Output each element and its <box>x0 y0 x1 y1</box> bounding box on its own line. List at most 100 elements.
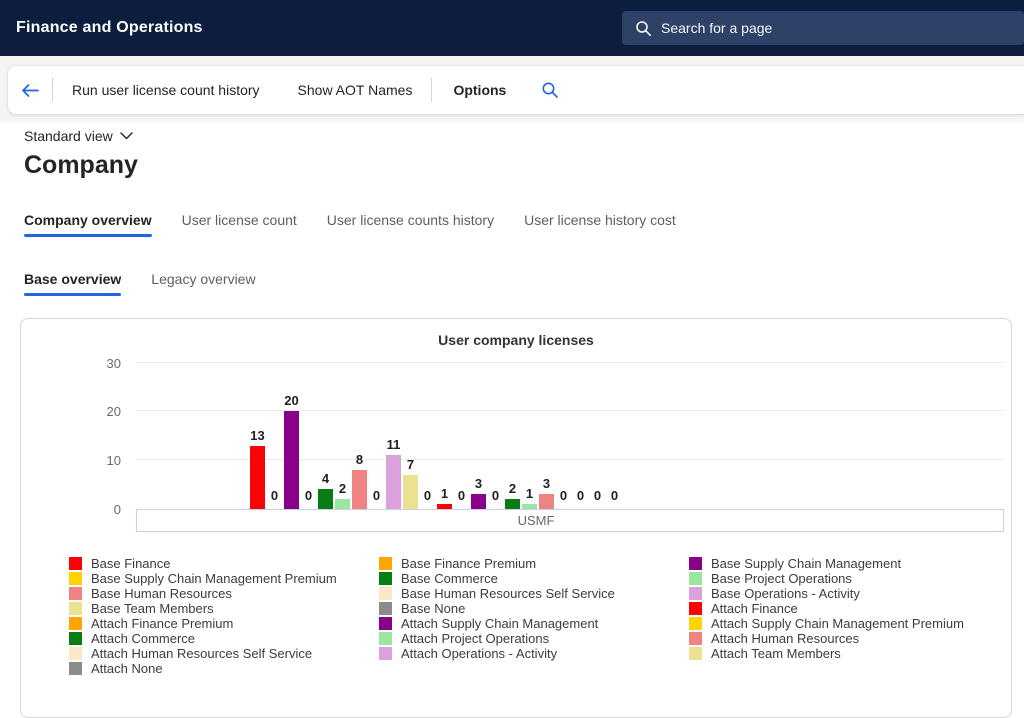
legend-label: Attach Operations - Activity <box>401 646 557 661</box>
legend-swatch <box>69 647 82 660</box>
chart-legend: Base FinanceBase Supply Chain Management… <box>69 556 999 676</box>
legend-item: Attach Supply Chain Management Premium <box>689 616 999 631</box>
legend-swatch <box>689 632 702 645</box>
legend-label: Attach Human Resources Self Service <box>91 646 312 661</box>
legend-swatch <box>69 557 82 570</box>
action-bar-band: Run user license count history Show AOT … <box>0 56 1024 122</box>
legend-label: Base Project Operations <box>711 571 852 586</box>
bar-slot: 0 <box>589 355 606 509</box>
app-header: Finance and Operations Search for a page <box>0 0 1024 56</box>
view-selector[interactable]: Standard view <box>24 128 133 144</box>
legend-item: Attach Finance Premium <box>69 616 379 631</box>
legend-label: Attach Finance Premium <box>91 616 233 631</box>
subtab-base-overview[interactable]: Base overview <box>24 265 121 296</box>
legend-item: Attach Supply Chain Management <box>379 616 689 631</box>
legend-swatch <box>689 617 702 630</box>
legend-item: Base Commerce <box>379 571 689 586</box>
legend-label: Base Finance Premium <box>401 556 536 571</box>
page-search-box[interactable]: Search for a page <box>622 11 1024 45</box>
action-search-button[interactable] <box>527 81 573 99</box>
legend-label: Base Team Members <box>91 601 214 616</box>
legend-label: Base None <box>401 601 465 616</box>
bar-slot: 3 <box>470 355 487 509</box>
chart-x-axis-band: USMF <box>136 509 1004 532</box>
tab-user-license-history-cost[interactable]: User license history cost <box>524 206 676 237</box>
legend-item: Base Operations - Activity <box>689 586 999 601</box>
bar-group: 1302004280117010302130000 <box>249 355 623 509</box>
legend-swatch <box>69 617 82 630</box>
bar-slot: 11 <box>385 355 402 509</box>
bar-slot: 0 <box>606 355 623 509</box>
legend-swatch <box>379 587 392 600</box>
legend-item: Attach Human Resources <box>689 631 999 646</box>
legend-swatch <box>379 557 392 570</box>
legend-label: Attach Team Members <box>711 646 841 661</box>
legend-item: Attach Team Members <box>689 646 999 661</box>
legend-swatch <box>689 557 702 570</box>
bar-slot: 2 <box>334 355 351 509</box>
y-axis-tick-label: 20 <box>66 404 121 419</box>
run-user-license-count-history-button[interactable]: Run user license count history <box>53 82 279 98</box>
legend-swatch <box>689 572 702 585</box>
chevron-down-icon <box>120 132 133 140</box>
bar-slot: 0 <box>368 355 385 509</box>
legend-label: Base Human Resources Self Service <box>401 586 615 601</box>
options-button[interactable]: Options <box>432 82 527 98</box>
legend-label: Attach Project Operations <box>401 631 549 646</box>
tab-company-overview[interactable]: Company overview <box>24 206 152 237</box>
legend-item: Base Finance <box>69 556 379 571</box>
legend-swatch <box>379 617 392 630</box>
chart-title: User company licenses <box>21 332 1011 348</box>
x-axis-category-label: USMF <box>518 513 555 528</box>
legend-label: Base Supply Chain Management Premium <box>91 571 337 586</box>
legend-swatch <box>379 572 392 585</box>
bar-slot: 8 <box>351 355 368 509</box>
legend-column: Base Finance PremiumBase CommerceBase Hu… <box>379 556 689 676</box>
app-title: Finance and Operations <box>0 19 203 37</box>
legend-swatch <box>379 647 392 660</box>
bar[interactable] <box>335 499 350 509</box>
legend-label: Attach None <box>91 661 163 676</box>
legend-label: Base Operations - Activity <box>711 586 860 601</box>
legend-label: Base Finance <box>91 556 171 571</box>
legend-item: Base Finance Premium <box>379 556 689 571</box>
legend-label: Base Commerce <box>401 571 498 586</box>
legend-swatch <box>379 632 392 645</box>
bar-slot: 0 <box>266 355 283 509</box>
legend-item: Base None <box>379 601 689 616</box>
bar-slot: 0 <box>555 355 572 509</box>
legend-item: Base Human Resources <box>69 586 379 601</box>
y-axis-tick-label: 0 <box>66 502 121 517</box>
legend-item: Attach None <box>69 661 379 676</box>
show-aot-names-button[interactable]: Show AOT Names <box>279 82 432 98</box>
legend-item: Base Supply Chain Management <box>689 556 999 571</box>
page-content: Standard view Company Company overview U… <box>0 122 1024 704</box>
legend-swatch <box>69 662 82 675</box>
legend-swatch <box>69 602 82 615</box>
legend-label: Attach Human Resources <box>711 631 859 646</box>
legend-label: Base Human Resources <box>91 586 232 601</box>
back-arrow-icon <box>20 82 40 99</box>
legend-item: Base Supply Chain Management Premium <box>69 571 379 586</box>
legend-label: Base Supply Chain Management <box>711 556 901 571</box>
legend-label: Attach Supply Chain Management Premium <box>711 616 964 631</box>
bar-slot: 1 <box>436 355 453 509</box>
tab-user-license-counts-history[interactable]: User license counts history <box>327 206 494 237</box>
bar-slot: 0 <box>572 355 589 509</box>
back-button[interactable] <box>8 82 52 99</box>
chart-plot: 01020301302004280117010302130000 <box>136 355 1004 509</box>
sub-tab-row: Base overview Legacy overview <box>24 265 286 296</box>
legend-item: Attach Human Resources Self Service <box>69 646 379 661</box>
main-tab-row: Company overview User license count User… <box>24 206 706 237</box>
subtab-legacy-overview[interactable]: Legacy overview <box>151 265 255 296</box>
tab-user-license-count[interactable]: User license count <box>182 206 297 237</box>
search-icon <box>541 81 559 99</box>
legend-label: Attach Commerce <box>91 631 195 646</box>
legend-column: Base Supply Chain ManagementBase Project… <box>689 556 999 676</box>
legend-swatch <box>69 632 82 645</box>
legend-label: Attach Finance <box>711 601 798 616</box>
y-axis-tick-label: 30 <box>66 356 121 371</box>
y-axis-tick-label: 10 <box>66 453 121 468</box>
bar-slot: 7 <box>402 355 419 509</box>
search-icon <box>635 20 652 37</box>
